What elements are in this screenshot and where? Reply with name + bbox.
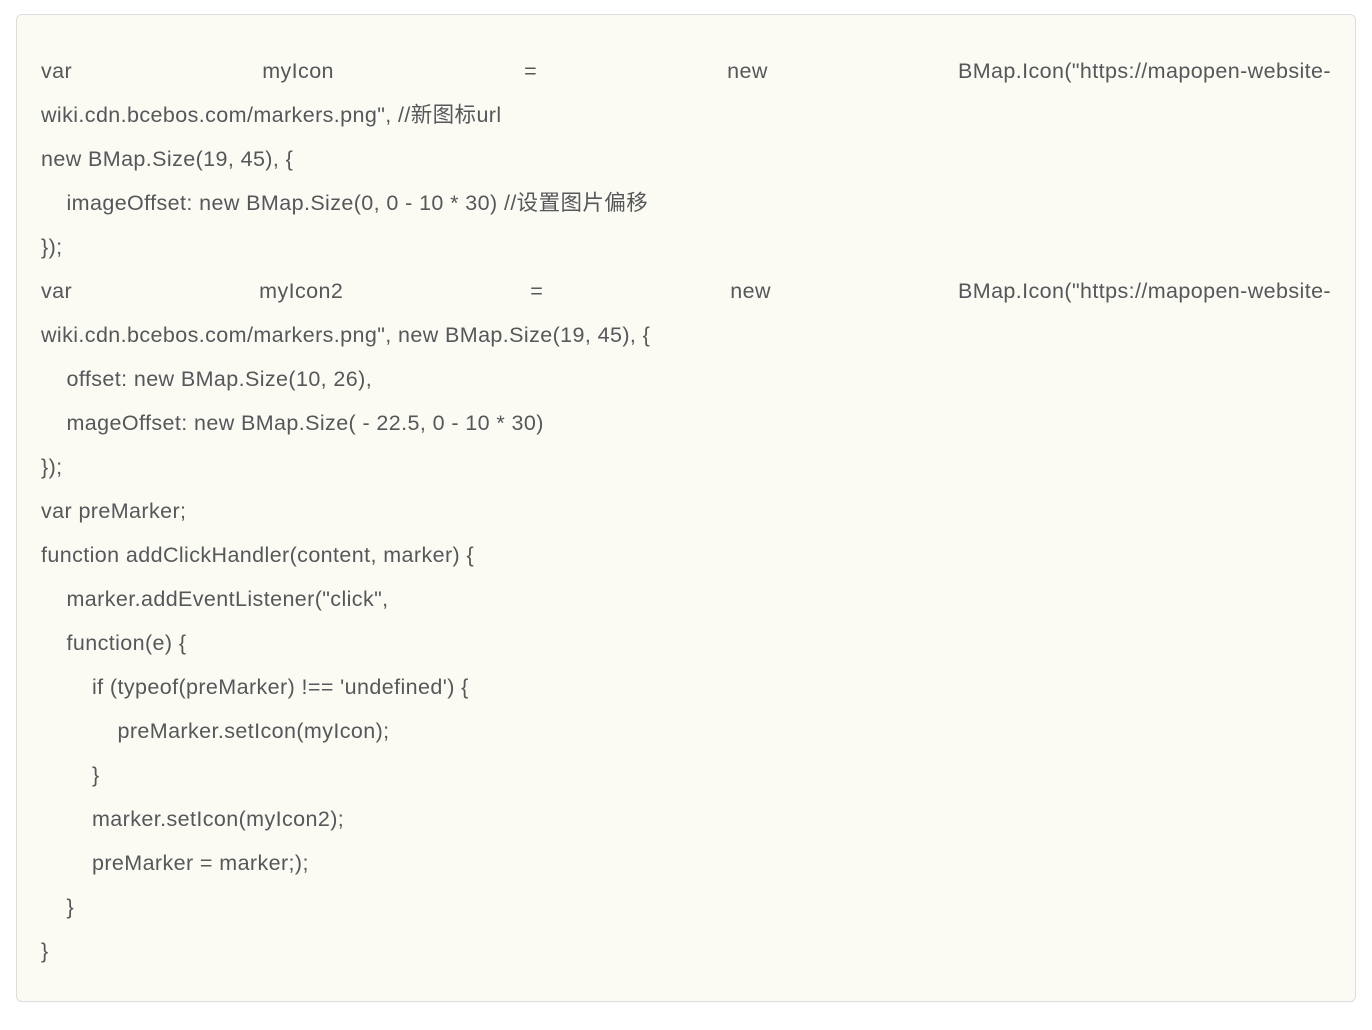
code-block: var myIcon = new BMap.Icon("https://mapopen-… [16, 14, 1356, 1002]
code-segment: new [730, 269, 771, 313]
code-line: marker.addEventListener("click", [41, 577, 1331, 621]
code-line: wiki.cdn.bcebos.com/markers.png", new BM… [41, 313, 1331, 357]
code-line: }); [41, 225, 1331, 269]
code-line: }); [41, 445, 1331, 489]
code-line: imageOffset: new BMap.Size(0, 0 - 10 * 3… [41, 181, 1331, 225]
code-line: function(e) { [41, 621, 1331, 665]
code-line: } [41, 753, 1331, 797]
code-segment: var [41, 49, 72, 93]
code-segment: myIcon [262, 49, 334, 93]
code-line: preMarker.setIcon(myIcon); [41, 709, 1331, 753]
code-line: mageOffset: new BMap.Size( - 22.5, 0 - 1… [41, 401, 1331, 445]
code-segment: BMap.Icon("https://mapopen-website- [958, 49, 1331, 93]
code-line: var preMarker; [41, 489, 1331, 533]
code-line: new BMap.Size(19, 45), { [41, 137, 1331, 181]
code-line: } [41, 885, 1331, 929]
code-segment: BMap.Icon("https://mapopen-website- [958, 269, 1331, 313]
code-line: preMarker = marker;); [41, 841, 1331, 885]
code-line: function addClickHandler(content, marker… [41, 533, 1331, 577]
code-segment: = [530, 269, 543, 313]
code-line: } [41, 929, 1331, 973]
code-line: if (typeof(preMarker) !== 'undefined') { [41, 665, 1331, 709]
code-line: marker.setIcon(myIcon2); [41, 797, 1331, 841]
code-line: var myIcon2 = new BMap.Icon("https://mapopen… [41, 269, 1331, 313]
code-segment: new [727, 49, 768, 93]
code-segment: = [524, 49, 537, 93]
code-segment: var [41, 269, 72, 313]
code-line: var myIcon = new BMap.Icon("https://mapopen-… [41, 49, 1331, 93]
code-line: offset: new BMap.Size(10, 26), [41, 357, 1331, 401]
code-segment: myIcon2 [259, 269, 343, 313]
code-line: wiki.cdn.bcebos.com/markers.png", //新图标u… [41, 93, 1331, 137]
